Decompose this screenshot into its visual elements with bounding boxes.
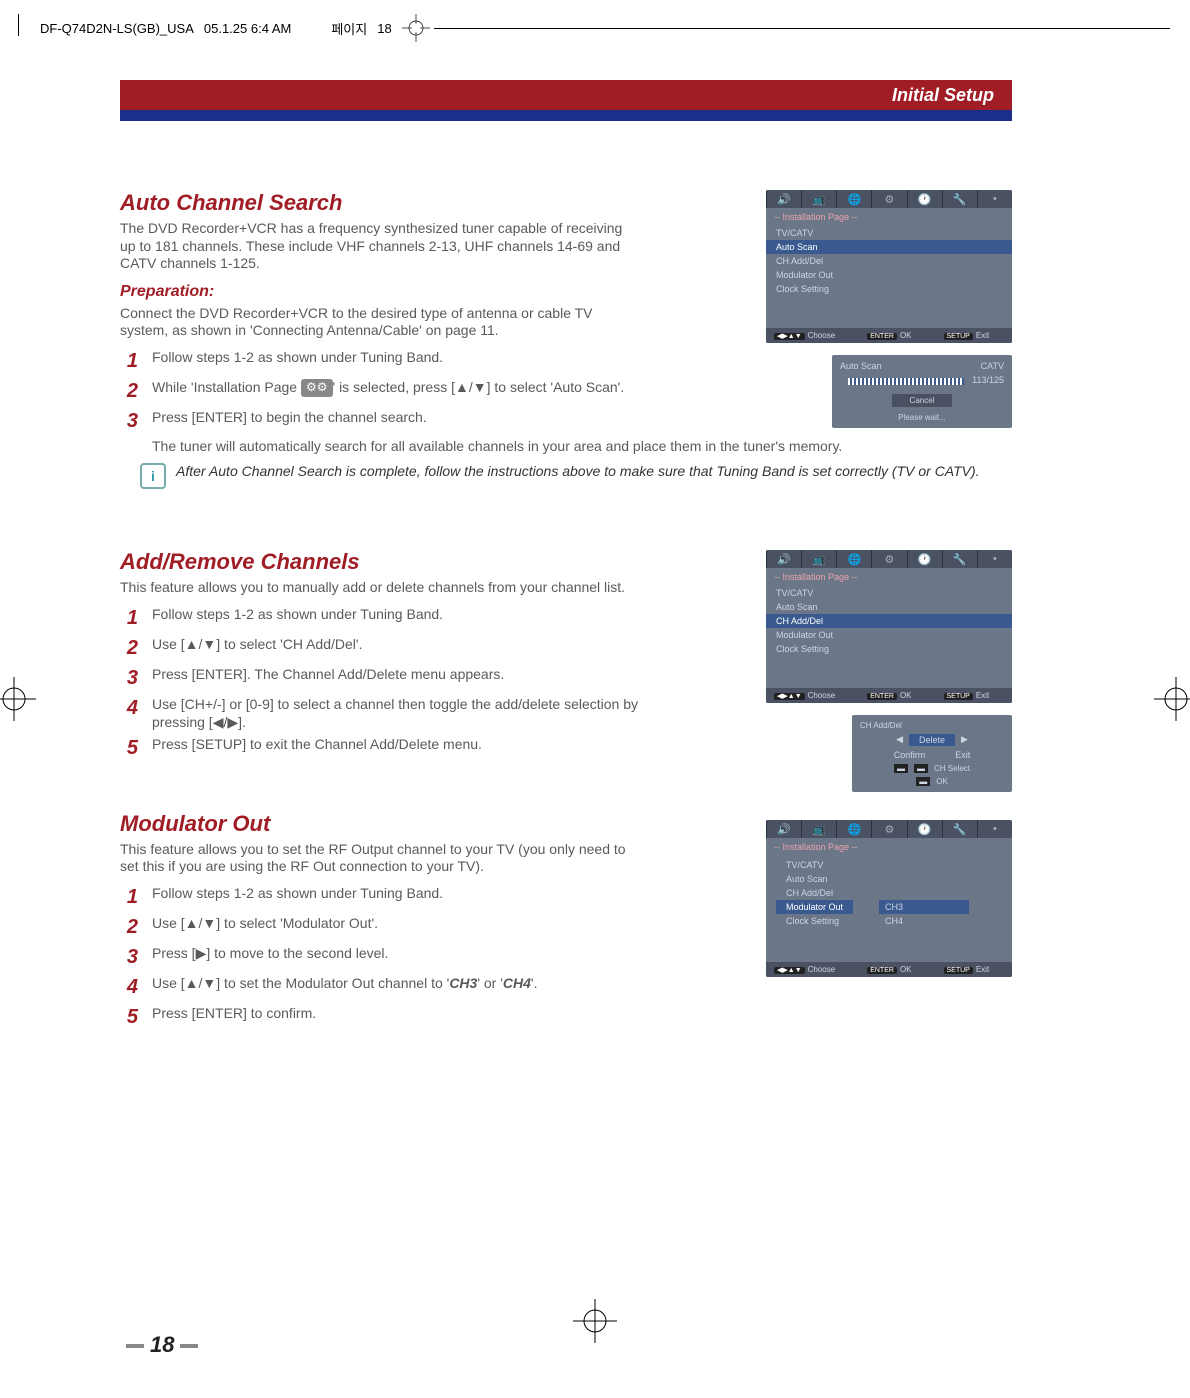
- section-banner: Initial Setup: [120, 80, 1012, 121]
- para: Connect the DVD Recorder+VCR to the desi…: [120, 305, 640, 340]
- figure-group-2: 🔊📺🌐⚙︎🕐🔧• -- Installation Page -- TV/CATV…: [766, 550, 1012, 792]
- registration-mark-icon: [0, 677, 36, 721]
- osd-screenshot: 🔊📺🌐⚙︎🕐🔧• -- Installation Page -- TV/CATV…: [766, 820, 1012, 977]
- step-text: Use [CH+/-] or [0-9] to select a channel…: [152, 695, 672, 731]
- step-text: Use [▲/▼] to select 'CH Add/Del'.: [152, 635, 362, 661]
- step-text: Follow steps 1-2 as shown under Tuning B…: [152, 605, 443, 631]
- osd-screenshot-adddel: CH Add/Del ◀Delete▶ ConfirmExit ▬▬CH Sel…: [852, 715, 1012, 792]
- step-num: 2: [120, 635, 138, 661]
- step-num: 1: [120, 884, 138, 910]
- osd-screenshot-scan: Auto ScanCATV 113/125 Cancel Please wait…: [832, 355, 1012, 428]
- file-date: 05.1.25 6:4 AM: [204, 21, 291, 36]
- note-block: i After Auto Channel Search is complete,…: [140, 463, 1012, 489]
- page-number: 18: [120, 1332, 204, 1358]
- step-num: 3: [120, 944, 138, 970]
- figure-group-1: 🔊📺🌐⚙︎🕐🔧• -- Installation Page -- TV/CATV…: [766, 190, 1012, 428]
- step-num: 4: [120, 974, 138, 1000]
- step-num: 4: [120, 695, 138, 731]
- crop-mark-icon: [402, 14, 430, 42]
- step-text: Press [SETUP] to exit the Channel Add/De…: [152, 735, 482, 761]
- step-num: 3: [120, 665, 138, 691]
- step-num: 5: [120, 1004, 138, 1030]
- step-text: Follow steps 1-2 as shown under Tuning B…: [152, 348, 443, 374]
- osd-screenshot: 🔊📺🌐⚙︎🕐🔧• -- Installation Page -- TV/CATV…: [766, 550, 1012, 703]
- print-header: DF-Q74D2N-LS(GB)_USA 05.1.25 6:4 AM 페이지 …: [40, 14, 1170, 42]
- registration-mark-icon: [1154, 677, 1190, 721]
- step-num: 1: [120, 348, 138, 374]
- registration-mark-icon: [573, 1299, 617, 1343]
- para: This feature allows you to manually add …: [120, 579, 640, 597]
- info-icon: i: [140, 463, 166, 489]
- para: The tuner will automatically search for …: [152, 438, 1012, 456]
- step-num: 2: [120, 914, 138, 940]
- step-text: Use [▲/▼] to select 'Modulator Out'.: [152, 914, 378, 940]
- step-num: 1: [120, 605, 138, 631]
- step-text: While 'Installation Page ⚙︎⚙︎' is select…: [152, 378, 624, 404]
- osd-screenshot: 🔊📺🌐⚙︎🕐🔧• -- Installation Page -- TV/CATV…: [766, 190, 1012, 343]
- file-name: DF-Q74D2N-LS(GB)_USA: [40, 21, 194, 36]
- step-num: 5: [120, 735, 138, 761]
- para: This feature allows you to set the RF Ou…: [120, 841, 640, 876]
- header-page: 18: [377, 21, 391, 36]
- installation-icon: ⚙︎⚙︎: [301, 379, 333, 397]
- step-num: 2: [120, 378, 138, 404]
- step-text: Follow steps 1-2 as shown under Tuning B…: [152, 884, 443, 910]
- note-text: After Auto Channel Search is complete, f…: [176, 463, 980, 489]
- step-num: 3: [120, 408, 138, 434]
- step-text: Press [ENTER] to begin the channel searc…: [152, 408, 427, 434]
- figure-group-3: 🔊📺🌐⚙︎🕐🔧• -- Installation Page -- TV/CATV…: [766, 820, 1012, 977]
- step-text: Press [▶] to move to the second level.: [152, 944, 388, 970]
- para: The DVD Recorder+VCR has a frequency syn…: [120, 220, 640, 273]
- section-title: Initial Setup: [892, 85, 994, 106]
- step-text: Press [ENTER]. The Channel Add/Delete me…: [152, 665, 504, 691]
- step-text: Press [ENTER] to confirm.: [152, 1004, 316, 1030]
- step-text: Use [▲/▼] to set the Modulator Out chann…: [152, 974, 537, 1000]
